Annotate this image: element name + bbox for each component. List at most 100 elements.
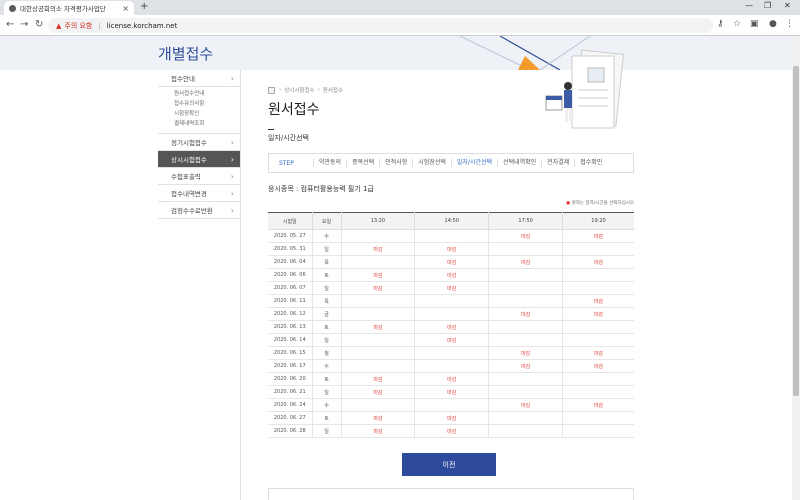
submenu-item[interactable]: 시험장확인	[174, 109, 240, 119]
close-tab-icon[interactable]: ×	[122, 4, 129, 13]
time-slot-cell[interactable]	[488, 320, 563, 334]
step-item: 전자결제	[541, 159, 574, 167]
breadcrumb-item[interactable]: 상시시험접수	[284, 86, 314, 94]
title-underline	[268, 129, 274, 130]
bullet-icon: ●	[566, 201, 571, 206]
date-cell: 2020. 06. 21	[268, 385, 312, 399]
scrollbar[interactable]	[792, 36, 800, 500]
page-title: 원서접수	[268, 102, 320, 118]
closed-slot-cell: 마감	[414, 255, 489, 269]
weekday-cell: 수	[311, 359, 341, 373]
arrow-right-icon[interactable]: →	[20, 19, 28, 31]
sidebar-item-label: 검정수수료반환	[171, 207, 213, 215]
favicon-icon	[9, 4, 16, 12]
menu-icon[interactable]: ⋮	[785, 19, 794, 29]
time-slot-cell[interactable]	[488, 372, 563, 386]
time-slot-cell[interactable]	[488, 411, 563, 425]
minimize-icon[interactable]: —	[745, 1, 753, 10]
time-slot-cell[interactable]	[562, 281, 634, 295]
time-slot-cell[interactable]	[340, 346, 415, 360]
time-slot-cell[interactable]	[562, 333, 634, 347]
sidebar-item-refund[interactable]: 검정수수료반환 ›	[158, 202, 240, 219]
time-slot-cell[interactable]	[562, 372, 634, 386]
time-slot-cell[interactable]	[488, 385, 563, 399]
banner-title: 개별접수	[158, 45, 214, 63]
warning-icon: ▲	[56, 21, 62, 30]
time-slot-cell[interactable]	[340, 307, 415, 321]
time-slot-cell[interactable]	[340, 359, 415, 373]
submenu-item[interactable]: 접수유의사항	[174, 99, 240, 109]
time-slot-cell[interactable]	[488, 333, 563, 347]
table-row: 2020. 06. 06 토 마감 마감	[268, 268, 634, 282]
extension-icon[interactable]: ▣	[750, 19, 759, 29]
step-item: 인적사항	[379, 159, 412, 167]
reload-icon[interactable]: ↻	[35, 19, 43, 31]
time-slot-cell[interactable]	[562, 424, 634, 438]
table-row: 2020. 06. 07 일 마감 마감	[268, 281, 634, 295]
time-slot-cell[interactable]	[488, 424, 563, 438]
browser-tab[interactable]: 대한상공회의소 자격평가사업단 ×	[4, 1, 134, 15]
sidebar-item-ondemand-exam[interactable]: 상시시험접수 ›	[158, 151, 240, 168]
closed-slot-cell: 마감	[340, 424, 415, 438]
weekday-cell: 토	[311, 268, 341, 282]
prev-button[interactable]: 이전	[402, 453, 496, 476]
time-slot-cell[interactable]	[562, 411, 634, 425]
closed-slot-cell: 마감	[340, 372, 415, 386]
closed-slot-cell: 마감	[488, 346, 563, 360]
submenu-item[interactable]: 원서접수안내	[174, 89, 240, 99]
table-row: 2020. 06. 20 토 마감 마감	[268, 372, 634, 386]
time-slot-cell[interactable]	[414, 307, 489, 321]
closed-slot-cell: 마감	[414, 320, 489, 334]
time-slot-cell[interactable]	[488, 242, 563, 256]
weekday-cell: 일	[311, 333, 341, 347]
star-icon[interactable]: ☆	[733, 19, 741, 29]
time-slot-cell[interactable]	[414, 294, 489, 308]
sidebar-item-regular-exam[interactable]: 정기시험접수 ›	[158, 134, 240, 151]
time-slot-cell[interactable]	[562, 385, 634, 399]
arrow-left-icon[interactable]: ←	[6, 19, 14, 31]
time-slot-cell[interactable]	[488, 294, 563, 308]
time-slot-cell[interactable]	[340, 255, 415, 269]
step-item: 시험장선택	[412, 159, 451, 167]
time-slot-cell[interactable]	[414, 398, 489, 412]
main-content: › 상시시험접수 › 원서접수 원서접수 일자/시간선택 STEP 약관동의 종…	[268, 86, 634, 438]
time-slot-cell[interactable]	[414, 346, 489, 360]
schedule-table: 시험일 요일 13:20 14:50 17:50 19:20 2020. 05.…	[268, 212, 634, 438]
new-tab-icon[interactable]: +	[140, 2, 148, 12]
key-icon[interactable]: ⚷	[717, 19, 724, 29]
time-slot-cell[interactable]	[340, 398, 415, 412]
sidebar-item-admission-ticket[interactable]: 수험표출력 ›	[158, 168, 240, 185]
table-body: 2020. 05. 27 수 마감 마감 2020. 05. 31 일 마감 마감 2020. …	[268, 229, 634, 438]
profile-icon[interactable]: ●	[769, 19, 777, 29]
weekday-cell: 일	[311, 281, 341, 295]
sidebar-item-change[interactable]: 접수내역변경 ›	[158, 185, 240, 202]
url-field[interactable]: ▲ 주의 요함 | license.korcham.net	[48, 18, 713, 33]
time-slot-cell[interactable]	[562, 242, 634, 256]
selection-note: ● 원하는 일자/시간을 선택하십시오	[268, 200, 634, 206]
time-slot-cell[interactable]	[414, 359, 489, 373]
time-slot-cell[interactable]	[488, 281, 563, 295]
time-slot-cell[interactable]	[340, 294, 415, 308]
submenu-item[interactable]: 결제내역조회	[174, 119, 240, 129]
table-row: 2020. 05. 31 일 마감 마감	[268, 242, 634, 256]
restore-icon[interactable]: ❐	[764, 1, 771, 10]
closed-slot-cell: 마감	[414, 281, 489, 295]
sidebar-item-guide[interactable]: 접수안내 ›	[158, 70, 240, 87]
scrollbar-thumb[interactable]	[793, 66, 799, 396]
step-label: STEP	[279, 159, 294, 167]
step-item-current: 일자/시간선택	[450, 159, 497, 167]
time-slot-cell[interactable]	[414, 229, 489, 243]
time-slot-cell[interactable]	[562, 320, 634, 334]
url-text: license.korcham.net	[106, 21, 178, 30]
home-icon[interactable]	[268, 86, 275, 94]
time-slot-cell[interactable]	[488, 268, 563, 282]
time-slot-cell[interactable]	[340, 229, 415, 243]
date-cell: 2020. 05. 27	[268, 229, 312, 243]
close-window-icon[interactable]: ✕	[784, 1, 791, 10]
time-slot-cell[interactable]	[340, 333, 415, 347]
time-slot-cell[interactable]	[562, 268, 634, 282]
step-item: 약관동의	[313, 159, 346, 167]
weekday-cell: 토	[311, 320, 341, 334]
date-cell: 2020. 05. 31	[268, 242, 312, 256]
weekday-cell: 일	[311, 424, 341, 438]
